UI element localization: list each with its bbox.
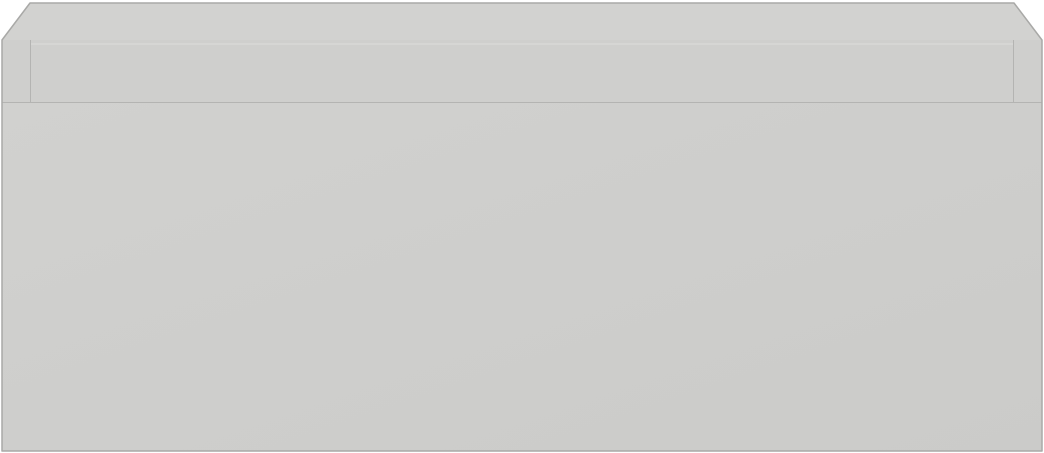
drawer-front-panel	[2, 102, 1042, 451]
drawer-top-rim	[2, 3, 1042, 44]
drawer-right-post	[1014, 40, 1042, 102]
drawer-scene	[0, 0, 1044, 453]
drawer-left-post	[2, 40, 30, 102]
drawer-illustration	[1, 2, 1043, 452]
drawer-front-rail	[30, 40, 1014, 102]
